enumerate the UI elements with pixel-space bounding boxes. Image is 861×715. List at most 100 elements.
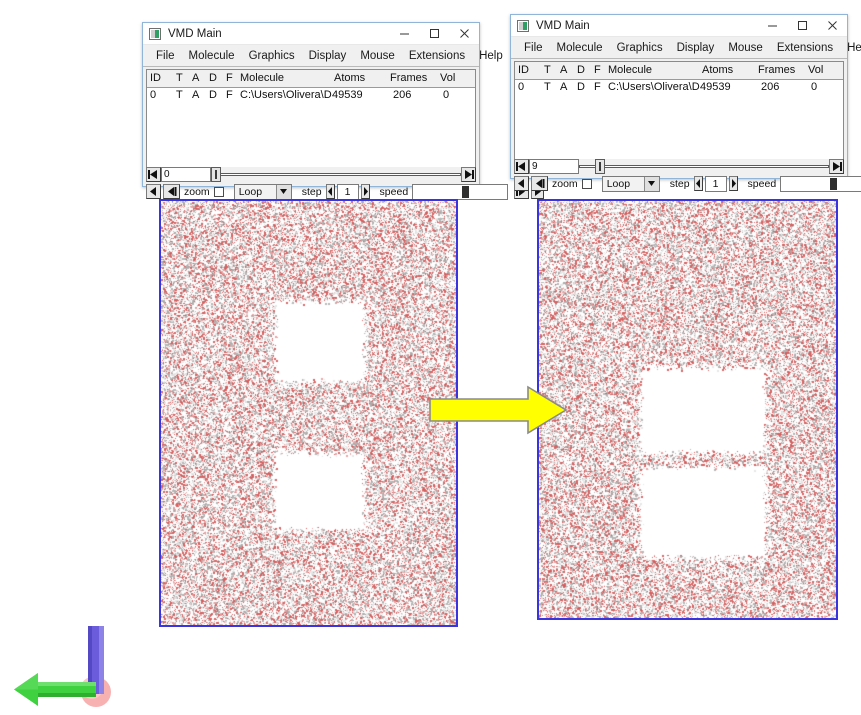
chevron-down-icon[interactable] xyxy=(275,184,291,199)
step-label: step xyxy=(301,185,322,198)
menu-help[interactable]: Help xyxy=(840,42,861,54)
frame-slider-thumb[interactable] xyxy=(211,167,221,182)
frame-slider-row-right[interactable]: 9 xyxy=(514,159,844,174)
minimize-button[interactable] xyxy=(757,15,787,37)
step-value-input[interactable]: 1 xyxy=(336,183,359,200)
speed-slider-thumb[interactable] xyxy=(830,177,838,190)
frame-slider-track[interactable] xyxy=(211,167,461,182)
col-vol: Vol xyxy=(808,64,824,76)
cell-f[interactable]: F xyxy=(226,89,233,101)
cell-atoms: 49539 xyxy=(332,89,363,101)
close-button[interactable] xyxy=(449,23,479,45)
step-increase-button[interactable] xyxy=(728,176,738,191)
molecule-list-panel-left[interactable]: ID T A D F Molecule Atoms Frames Vol 0 T… xyxy=(146,69,476,167)
col-atoms: Atoms xyxy=(334,72,366,84)
table-row[interactable]: 0 T A D F C:\Users\Olivera\Desktop 49539… xyxy=(147,88,475,104)
col-t: T xyxy=(176,72,183,84)
cell-a[interactable]: A xyxy=(192,89,199,101)
molecule-table-header: ID T A D F Molecule Atoms Frames Vol xyxy=(147,70,475,88)
window-title: VMD Main xyxy=(536,19,590,32)
step-reverse-button[interactable] xyxy=(163,184,180,199)
window-controls-left xyxy=(389,23,479,45)
speed-slider-thumb[interactable] xyxy=(462,185,470,198)
maximize-button[interactable] xyxy=(419,23,449,45)
frame-slider-row-left[interactable]: 0 xyxy=(146,167,476,182)
play-reverse-button[interactable] xyxy=(146,184,161,199)
minimize-button[interactable] xyxy=(389,23,419,45)
frame-number-input[interactable]: 0 xyxy=(161,167,211,182)
vmd-main-window-left[interactable]: VMD Main File Molecule Graphics Display … xyxy=(142,22,545,200)
jump-to-start-button[interactable] xyxy=(146,167,161,182)
menu-molecule[interactable]: Molecule xyxy=(550,42,610,54)
step-reverse-button[interactable] xyxy=(531,176,548,191)
jump-to-start-button[interactable] xyxy=(514,159,529,174)
maximize-button[interactable] xyxy=(787,15,817,37)
menubar-right[interactable]: File Molecule Graphics Display Mouse Ext… xyxy=(511,37,861,59)
titlebar-right[interactable]: VMD Main xyxy=(511,15,847,37)
menu-file[interactable]: File xyxy=(517,42,550,54)
menu-extensions[interactable]: Extensions xyxy=(770,42,840,54)
titlebar-left[interactable]: VMD Main xyxy=(143,23,479,45)
cell-molecule: C:\Users\Olivera\Desktop xyxy=(608,81,700,93)
step-increase-button[interactable] xyxy=(360,184,370,199)
molecule-list-empty-area xyxy=(515,96,843,159)
vmd-main-window-right[interactable]: VMD Main File Molecule Graphics Display … xyxy=(510,14,861,192)
playback-controls-left[interactable]: zoom Loop step 1 speed xyxy=(146,183,545,200)
initial-state-render[interactable] xyxy=(159,199,458,627)
play-reverse-button[interactable] xyxy=(514,176,529,191)
final-state-render[interactable] xyxy=(537,199,838,620)
step-label: step xyxy=(669,177,690,190)
menu-graphics[interactable]: Graphics xyxy=(242,50,302,62)
cell-t[interactable]: T xyxy=(176,89,183,101)
step-value-input[interactable]: 1 xyxy=(704,175,727,192)
frame-number-input[interactable]: 9 xyxy=(529,159,579,174)
menu-molecule[interactable]: Molecule xyxy=(182,50,242,62)
menu-display[interactable]: Display xyxy=(302,50,354,62)
zoom-label: zoom xyxy=(184,185,210,198)
col-id: ID xyxy=(150,72,161,84)
cell-t[interactable]: T xyxy=(544,81,551,93)
close-button[interactable] xyxy=(817,15,847,37)
jump-to-end-button[interactable] xyxy=(829,159,844,174)
step-decrease-button[interactable] xyxy=(325,184,335,199)
zoom-checkbox[interactable] xyxy=(581,178,592,189)
menu-mouse[interactable]: Mouse xyxy=(353,50,402,62)
speed-label: speed xyxy=(747,177,777,190)
playback-controls-right[interactable]: zoom Loop step 1 speed xyxy=(514,175,861,192)
menu-file[interactable]: File xyxy=(149,50,182,62)
zoom-checkbox[interactable] xyxy=(213,186,224,197)
col-molecule: Molecule xyxy=(608,64,653,76)
loop-mode-value: Loop xyxy=(238,185,263,198)
col-atoms: Atoms xyxy=(702,64,734,76)
col-t: T xyxy=(544,64,551,76)
menu-display[interactable]: Display xyxy=(670,42,722,54)
cell-d[interactable]: D xyxy=(577,81,585,93)
chevron-down-icon[interactable] xyxy=(643,176,659,191)
loop-mode-value: Loop xyxy=(606,177,631,190)
speed-slider[interactable] xyxy=(780,175,861,192)
molecule-list-panel-right[interactable]: ID T A D F Molecule Atoms Frames Vol 0 T… xyxy=(514,61,844,159)
cell-vol: 0 xyxy=(443,89,450,101)
menu-mouse[interactable]: Mouse xyxy=(721,42,770,54)
window-controls-right xyxy=(757,15,847,37)
cell-a[interactable]: A xyxy=(560,81,567,93)
menu-graphics[interactable]: Graphics xyxy=(610,42,670,54)
cell-d[interactable]: D xyxy=(209,89,217,101)
window-title: VMD Main xyxy=(168,27,222,40)
speed-slider[interactable] xyxy=(412,183,509,200)
loop-mode-select[interactable]: Loop xyxy=(601,175,660,192)
step-decrease-button[interactable] xyxy=(693,176,703,191)
menubar-left[interactable]: File Molecule Graphics Display Mouse Ext… xyxy=(143,45,503,67)
menu-extensions[interactable]: Extensions xyxy=(402,50,472,62)
col-f: F xyxy=(594,64,601,76)
frame-slider-thumb[interactable] xyxy=(595,159,605,174)
table-row[interactable]: 0 T A D F C:\Users\Olivera\Desktop 49539… xyxy=(515,80,843,96)
cell-id: 0 xyxy=(150,89,157,101)
cell-f[interactable]: F xyxy=(594,81,601,93)
cell-id: 0 xyxy=(518,81,525,93)
menu-help[interactable]: Help xyxy=(472,50,510,62)
frame-slider-track[interactable] xyxy=(579,159,829,174)
loop-mode-select[interactable]: Loop xyxy=(233,183,292,200)
col-id: ID xyxy=(518,64,529,76)
jump-to-end-button[interactable] xyxy=(461,167,476,182)
